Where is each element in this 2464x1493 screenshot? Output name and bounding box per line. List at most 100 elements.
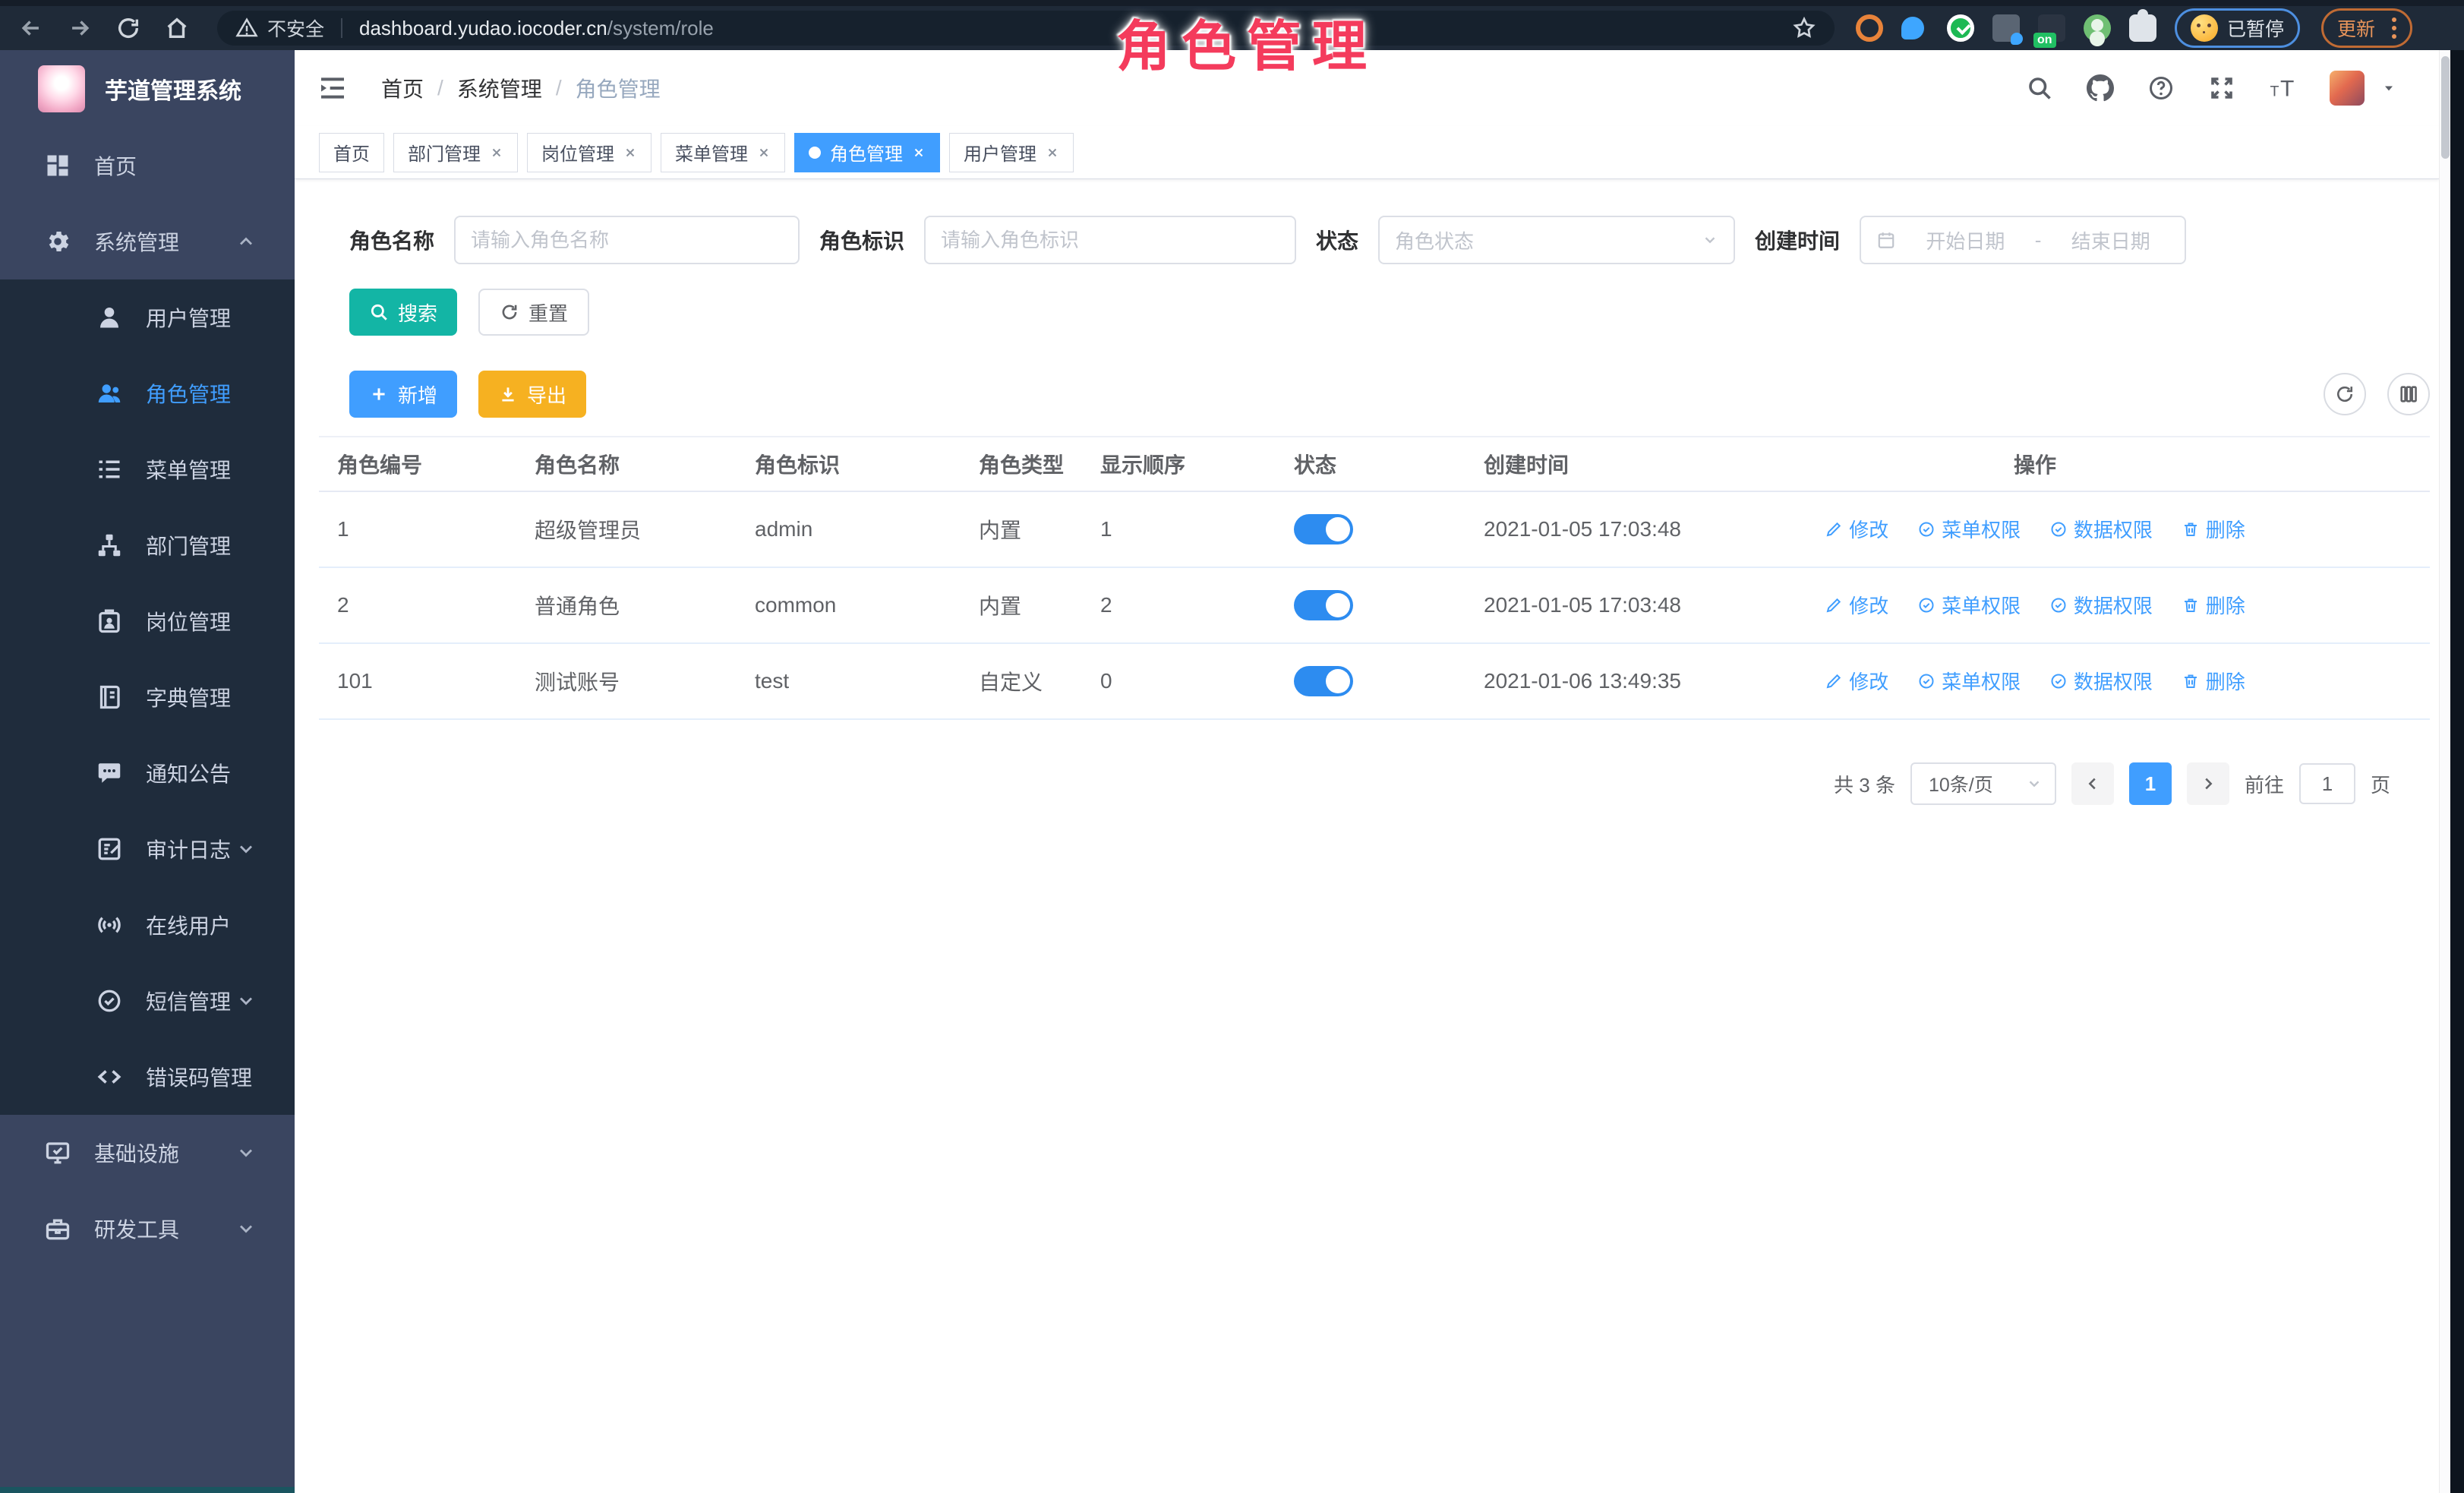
sidebar-item-home[interactable]: 首页: [0, 128, 295, 204]
delete-link[interactable]: 删除: [2182, 515, 2245, 543]
sidebar-item-infrastructure[interactable]: 基础设施: [0, 1115, 295, 1191]
profile-paused-button[interactable]: 已暂停: [2175, 8, 2300, 48]
tab-menus[interactable]: 菜单管理: [661, 133, 785, 172]
refresh-table-button[interactable]: [2324, 373, 2366, 415]
sidebar-item-sms[interactable]: 短信管理: [0, 963, 295, 1039]
column-settings-button[interactable]: [2387, 373, 2430, 415]
status-toggle[interactable]: [1294, 514, 1353, 544]
extension-check-icon[interactable]: [1947, 14, 1974, 42]
menu-permission-link[interactable]: 菜单权限: [1917, 667, 2021, 695]
sidebar-item-system[interactable]: 系统管理: [0, 204, 295, 279]
tab-users[interactable]: 用户管理: [949, 133, 1074, 172]
goto-page-input[interactable]: [2299, 763, 2355, 804]
sidebar-item-menus[interactable]: 菜单管理: [0, 431, 295, 507]
goto-label: 前往: [2245, 770, 2284, 798]
reload-icon[interactable]: [115, 15, 141, 41]
search-button[interactable]: 搜索: [349, 289, 457, 336]
add-button[interactable]: 新增: [349, 371, 457, 418]
delete-link[interactable]: 删除: [2182, 591, 2245, 619]
menu-permission-link[interactable]: 菜单权限: [1917, 591, 2021, 619]
date-range-picker[interactable]: 开始日期 - 结束日期: [1860, 216, 2186, 264]
close-icon[interactable]: [912, 146, 926, 159]
menu-permission-link[interactable]: 菜单权限: [1917, 515, 2021, 543]
tab-departments[interactable]: 部门管理: [393, 133, 518, 172]
chevron-down-icon: [1702, 232, 1718, 248]
edit-link[interactable]: 修改: [1825, 667, 1888, 695]
sidebar-item-departments[interactable]: 部门管理: [0, 507, 295, 583]
edit-link[interactable]: 修改: [1825, 515, 1888, 543]
font-size-icon[interactable]: TT: [2269, 74, 2296, 102]
cell-sort: 2: [1082, 567, 1276, 643]
sidebar-item-error-codes[interactable]: 错误码管理: [0, 1039, 295, 1115]
role-key-input[interactable]: [941, 229, 1279, 252]
delete-link[interactable]: 删除: [2182, 667, 2245, 695]
page-1-button[interactable]: 1: [2129, 762, 2172, 805]
start-date-placeholder[interactable]: 开始日期: [1907, 226, 2024, 254]
tab-posts[interactable]: 岗位管理: [527, 133, 651, 172]
chrome-menu-icon[interactable]: [2392, 17, 2396, 39]
bookmark-star-icon[interactable]: [1792, 16, 1816, 40]
badge-icon: [96, 608, 123, 635]
close-icon[interactable]: [757, 146, 771, 159]
data-permission-link[interactable]: 数据权限: [2049, 515, 2153, 543]
sidebar-item-users[interactable]: 用户管理: [0, 279, 295, 355]
edit-link[interactable]: 修改: [1825, 591, 1888, 619]
github-icon[interactable]: [2087, 74, 2114, 102]
url-bar[interactable]: 不安全 dashboard.yudao.iocoder.cn /system/r…: [217, 11, 1835, 46]
tab-home[interactable]: 首页: [319, 133, 384, 172]
status-toggle[interactable]: [1294, 590, 1353, 620]
data-permission-link[interactable]: 数据权限: [2049, 667, 2153, 695]
breadcrumb-home[interactable]: 首页: [381, 73, 424, 103]
user-avatar[interactable]: [2330, 71, 2365, 106]
home-icon[interactable]: [164, 15, 190, 41]
pagination: 共 3 条 10条/页 1 前往 页: [295, 762, 2390, 805]
fullscreen-icon[interactable]: [2208, 74, 2235, 102]
next-page-button[interactable]: [2187, 762, 2229, 805]
data-permission-label: 数据权限: [2074, 591, 2153, 619]
back-icon[interactable]: [18, 15, 44, 41]
sidebar-item-label: 首页: [94, 150, 137, 181]
prev-page-button[interactable]: [2071, 762, 2114, 805]
update-button[interactable]: 更新: [2321, 8, 2412, 48]
sidebar-item-dev-tools[interactable]: 研发工具: [0, 1191, 295, 1267]
status-toggle[interactable]: [1294, 666, 1353, 696]
extension-person-icon[interactable]: [2084, 14, 2111, 42]
url-path[interactable]: /system/role: [607, 17, 714, 40]
sidebar-item-posts[interactable]: 岗位管理: [0, 583, 295, 659]
data-permission-link[interactable]: 数据权限: [2049, 591, 2153, 619]
sidebar-item-dicts[interactable]: 字典管理: [0, 659, 295, 735]
sidebar-item-online-users[interactable]: 在线用户: [0, 887, 295, 963]
avatar-caret-icon[interactable]: [2381, 80, 2396, 96]
end-date-placeholder[interactable]: 结束日期: [2052, 226, 2169, 254]
help-icon[interactable]: [2147, 74, 2175, 102]
status-select[interactable]: 角色状态: [1378, 216, 1735, 264]
sidebar-item-label: 岗位管理: [146, 606, 231, 636]
page-size-select[interactable]: 10条/页: [1910, 762, 2056, 805]
role-name-input[interactable]: [471, 229, 783, 252]
url-host[interactable]: dashboard.yudao.iocoder.cn: [359, 17, 607, 40]
sidebar-item-roles[interactable]: 角色管理: [0, 355, 295, 431]
logo[interactable]: 芋道管理系统: [0, 50, 295, 128]
close-icon[interactable]: [623, 146, 637, 159]
sidebar-item-notices[interactable]: 通知公告: [0, 735, 295, 811]
sidebar-item-audit-log[interactable]: 审计日志: [0, 811, 295, 887]
forward-icon[interactable]: [67, 15, 93, 41]
extension-drop-icon[interactable]: [1901, 14, 1929, 42]
search-icon[interactable]: [2026, 74, 2053, 102]
scrollbar-track[interactable]: [2439, 50, 2450, 1493]
hamburger-icon[interactable]: [317, 73, 348, 103]
reset-button[interactable]: 重置: [478, 289, 589, 336]
extension-cluster-icon[interactable]: [1992, 14, 2020, 42]
extension-ring-icon[interactable]: [1856, 14, 1883, 42]
extensions-puzzle-icon[interactable]: [2129, 14, 2156, 42]
extension-on-icon[interactable]: on: [2038, 14, 2065, 42]
scrollbar-thumb[interactable]: [2441, 56, 2450, 159]
on-badge: on: [2033, 33, 2056, 48]
tab-roles[interactable]: 角色管理: [794, 133, 940, 172]
breadcrumb-system[interactable]: 系统管理: [457, 73, 542, 103]
security-label[interactable]: 不安全: [267, 14, 324, 42]
close-icon[interactable]: [1046, 146, 1059, 159]
close-icon[interactable]: [490, 146, 503, 159]
export-button[interactable]: 导出: [478, 371, 586, 418]
profile-avatar: [2191, 14, 2218, 42]
